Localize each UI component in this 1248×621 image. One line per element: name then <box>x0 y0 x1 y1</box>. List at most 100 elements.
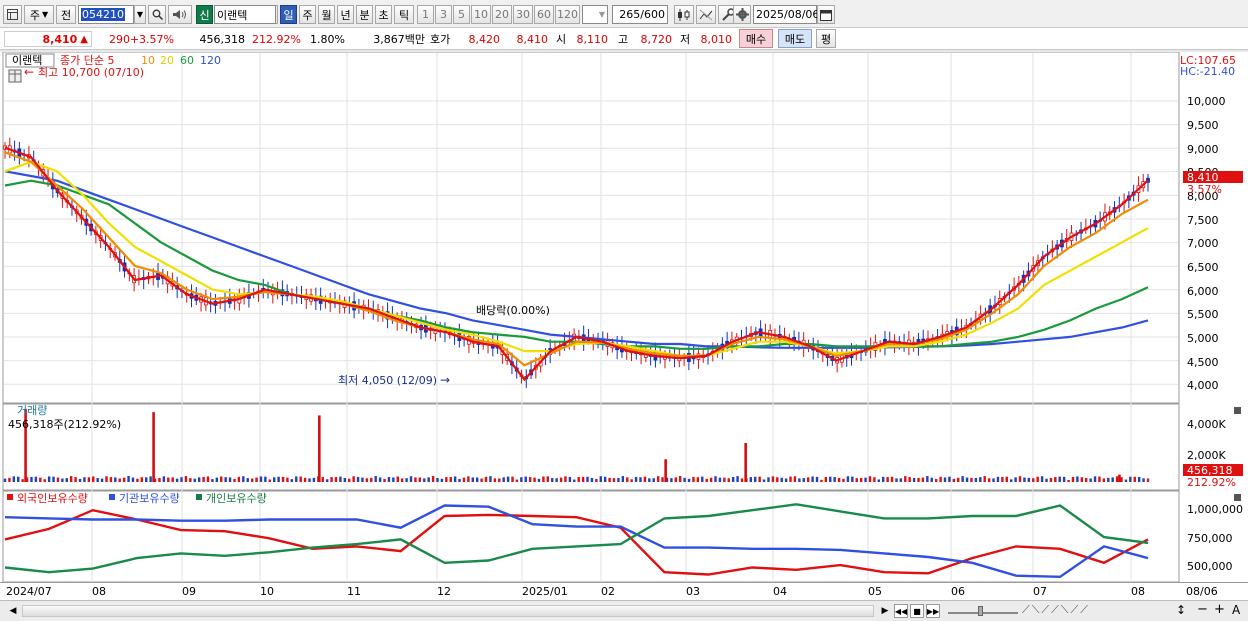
zoom-slider[interactable] <box>948 604 1018 618</box>
stop-icon[interactable]: ■ <box>910 604 924 618</box>
volume-bar <box>868 476 872 482</box>
volume-bar <box>723 477 726 482</box>
price-tick-7000: 7,000 <box>1187 237 1219 250</box>
period-month-button[interactable]: 월 <box>318 5 335 24</box>
stock-code-value: 054210 <box>81 8 125 21</box>
holding-tick-1000000: 1,000,000 <box>1187 503 1243 516</box>
interval-120-button[interactable]: 120 <box>555 5 580 24</box>
holding-panel-close-icon[interactable] <box>1234 494 1241 501</box>
volume-bar <box>423 478 426 482</box>
volume-bar <box>295 476 298 482</box>
volume-bar <box>577 477 580 482</box>
scrollbar-thumb[interactable] <box>23 606 873 616</box>
interval-3-button[interactable]: 3 <box>435 5 452 24</box>
search-icon[interactable] <box>148 5 166 24</box>
code-dropdown-icon[interactable]: ▼ <box>134 5 146 24</box>
interval-30-button[interactable]: 30 <box>513 5 533 24</box>
volume-bar <box>334 477 338 482</box>
fast-forward-icon[interactable]: ▶▶ <box>926 604 940 618</box>
gear-icon[interactable] <box>733 5 751 24</box>
drawing-tools-icon[interactable]: ⟋⟍⟋⟋⟍⟋⟋ <box>1022 603 1090 617</box>
window-layout-icon[interactable] <box>3 5 22 24</box>
volume-bar <box>61 478 64 482</box>
volume-bar <box>299 476 302 482</box>
volume-bar <box>1018 476 1022 482</box>
volume-bar <box>224 477 227 482</box>
rewind-icon[interactable]: ◀◀ <box>894 604 908 618</box>
sell-button[interactable]: 매도 <box>778 29 812 48</box>
foreign-legend: 외국인보유수량 <box>17 492 88 505</box>
volume-bar <box>220 476 223 482</box>
volume-bar <box>895 478 898 482</box>
zoom-in-icon[interactable]: + <box>1214 602 1225 617</box>
candle-chart-icon[interactable] <box>674 5 694 24</box>
horizontal-scrollbar[interactable] <box>22 605 874 617</box>
volume-bar <box>930 477 933 482</box>
volume-bar <box>506 476 510 482</box>
volume-bar <box>414 477 417 482</box>
volume-bar <box>445 477 448 482</box>
data-count-field[interactable]: 265/600 <box>612 5 668 24</box>
scroll-right-icon[interactable]: ▶ <box>878 604 892 618</box>
period-second-button[interactable]: 초 <box>375 5 392 24</box>
interval-60-button[interactable]: 60 <box>534 5 554 24</box>
period-day-button[interactable]: 일 <box>280 5 297 24</box>
holding-tick-500000: 500,000 <box>1187 560 1233 573</box>
buy-button[interactable]: 매수 <box>739 29 773 48</box>
scroll-up-icon[interactable]: ↕ <box>1176 603 1186 617</box>
scroll-left-icon[interactable]: ◀ <box>6 604 20 618</box>
period-minute-button[interactable]: 분 <box>356 5 373 24</box>
volume-tag-pct: 212.92% <box>1187 476 1236 489</box>
volume-bar <box>343 477 347 482</box>
volume-bar <box>780 477 783 482</box>
x-label-10: 10 <box>260 585 274 598</box>
interval-dropdown[interactable]: ▼ <box>582 5 608 24</box>
chart-canvas[interactable]: 이랜텍 종가 단순 5 10 20 60 120 ← 최고 10,700 (07… <box>0 51 1248 600</box>
volume-bar <box>131 477 135 482</box>
min-price-note: 최저 4,050 (12/09) <box>338 374 437 387</box>
quote-bar: 8,410 ▲ 290 +3.57% 456,318 212.92% 1.80% … <box>0 28 1248 50</box>
period-year-button[interactable]: 년 <box>337 5 354 24</box>
interval-20-button[interactable]: 20 <box>492 5 512 24</box>
volume-bar <box>612 478 616 482</box>
volume-bar <box>939 476 942 482</box>
zoom-slider-handle[interactable] <box>978 606 983 616</box>
stock-name-field[interactable]: 이랜텍 <box>214 5 276 24</box>
interval-5-button[interactable]: 5 <box>453 5 470 24</box>
period-week-button[interactable]: 주 <box>299 5 316 24</box>
volume-bar <box>1085 478 1088 482</box>
price-tick-5500: 5,500 <box>1187 308 1219 321</box>
volume-bar <box>992 478 995 482</box>
volume-bar <box>524 476 527 482</box>
volume-bar <box>458 478 461 482</box>
speaker-icon[interactable] <box>168 5 192 24</box>
date-value: 2025/08/06 <box>756 8 820 21</box>
chart-area[interactable]: 이랜텍 종가 단순 5 10 20 60 120 ← 최고 10,700 (07… <box>0 51 1248 600</box>
volume-bar <box>1014 477 1017 482</box>
volume-panel-close-icon[interactable] <box>1234 407 1241 414</box>
prev-button[interactable]: 전 <box>56 5 76 24</box>
avg-button[interactable]: 평 <box>816 29 836 48</box>
volume-spike-3 <box>664 459 667 482</box>
volume-bar <box>136 478 139 482</box>
volume-bar <box>449 477 452 482</box>
new-badge: 신 <box>196 5 213 24</box>
calendar-icon[interactable] <box>817 5 835 24</box>
auto-scale-icon[interactable]: A <box>1232 603 1240 617</box>
volume-bar <box>701 476 704 482</box>
volume-bar <box>480 478 483 482</box>
period-tick-button[interactable]: 틱 <box>394 5 414 24</box>
stock-code-input[interactable]: 054210 <box>78 5 134 24</box>
interval-1-button[interactable]: 1 <box>417 5 434 24</box>
volume-bar <box>259 476 263 482</box>
interval-10-button[interactable]: 10 <box>471 5 491 24</box>
date-field[interactable]: 2025/08/06 <box>753 5 820 24</box>
volume-bar <box>793 476 797 482</box>
volume-bar <box>383 479 386 482</box>
zoom-out-icon[interactable]: − <box>1197 602 1208 617</box>
crosshair-chart-icon[interactable] <box>696 5 716 24</box>
volume-bar <box>1027 477 1031 482</box>
volume-bar <box>890 476 894 482</box>
volume-bar <box>8 477 11 482</box>
type-select[interactable]: 주 ▼ <box>24 5 54 24</box>
